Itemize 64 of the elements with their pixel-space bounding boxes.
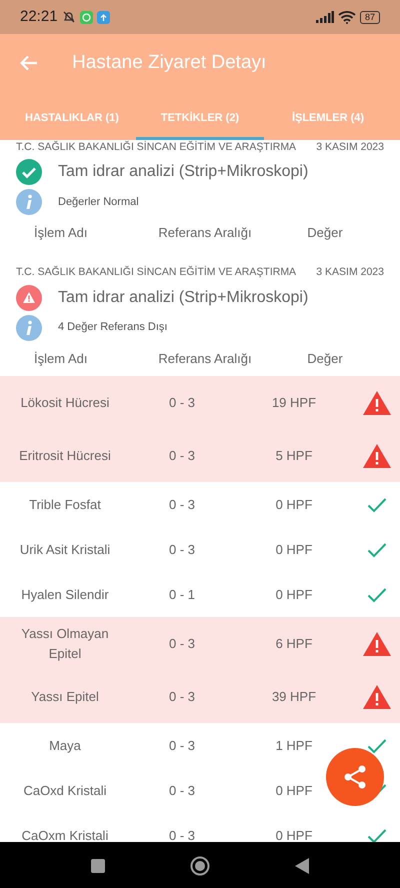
reference-range: 0 - 3 [168,540,195,559]
test-item-name: Lökosit Hücresi [20,394,110,412]
tab[interactable]: İŞLEMLER (4) [264,98,392,140]
clock: 22:21 [20,6,58,27]
tab[interactable]: HASTALIKLAR (1) [8,98,136,140]
result-value: 5 HPF [276,446,312,465]
wifi-icon [338,10,356,24]
chat-app-icon [80,10,93,24]
result-value: 39 HPF [272,688,316,706]
check-circle-icon [16,159,42,186]
date: 3 KASIM 2023 [316,140,384,154]
test-item-name: CaOxd Kristali [23,782,107,800]
back-icon[interactable] [295,858,310,874]
test-name: Tam idrar analizi (Strip+Mikroskopi) [58,162,308,182]
screen-title: Hastane Ziyaret Detayı [72,50,266,75]
reference-range: 0 - 3 [168,634,195,653]
date: 3 KASIM 2023 [316,264,384,280]
column-header: Değer [306,224,344,242]
test-item-name: Urik Asit Kristali [20,540,110,559]
reference-range: 0 - 3 [168,496,195,514]
result-value: 0 HPF [276,586,312,604]
reference-range: 0 - 3 [168,826,195,842]
result-note: Değerler Normal [58,195,139,210]
result-value: 0 HPF [276,540,312,559]
info-icon [16,189,42,216]
result-value: 0 HPF [276,826,312,842]
warning-icon [16,284,42,310]
battery-icon: 87 [360,10,380,24]
institution-name: T.C. SAĞLIK BAKANLIĞI SİNCAN EĞİTİM VE ARAŞTIRMA [16,264,296,280]
column-header: İşlem Adı [34,350,88,368]
reference-range: 0 - 3 [168,688,195,706]
test-item-name: CaOxm Kristali [22,826,108,842]
column-header: İşlem Adı [34,224,88,242]
result-value: 6 HPF [276,634,312,653]
column-header: Referans Aralığı [157,224,253,242]
test-item-name: Yassı Epitel [31,688,99,706]
result-value: 0 HPF [276,782,312,800]
result-value: 1 HPF [276,736,312,755]
signal-icon [316,11,334,23]
reference-range: 0 - 1 [168,586,195,604]
test-item-name: Trible Fosfat [29,496,101,514]
test-item-name: Maya [49,736,81,755]
result-value: 0 HPF [276,496,312,514]
upload-app-icon [96,10,110,24]
reference-range: 0 - 3 [168,782,195,800]
reference-range: 0 - 3 [168,394,195,412]
column-header: Değer [306,350,344,368]
test-name: Tam idrar analizi (Strip+Mikroskopi) [58,288,308,308]
info-icon [16,314,42,340]
test-item-name: Eritrosit Hücresi [19,446,111,465]
institution-name: T.C. SAĞLIK BAKANLIĞI SİNCAN EĞİTİM VE ARAŞTIRMA [16,140,296,154]
test-item-name: Hyalen Silendir [21,586,109,604]
result-value: 19 HPF [272,394,316,412]
share-icon [342,764,368,790]
reference-range: 0 - 3 [168,446,195,465]
recents-icon[interactable] [90,858,105,872]
home-icon[interactable] [190,856,210,876]
bell-off-icon [62,10,76,24]
test-item-name: Yassı Olmayan Epitel [20,625,110,663]
tab[interactable]: TETKİKLER (2) [136,98,264,140]
reference-range: 0 - 3 [168,736,195,755]
result-note: 4 Değer Referans Dışı [58,320,168,336]
share-button[interactable] [326,748,384,806]
column-header: Referans Aralığı [157,350,253,368]
